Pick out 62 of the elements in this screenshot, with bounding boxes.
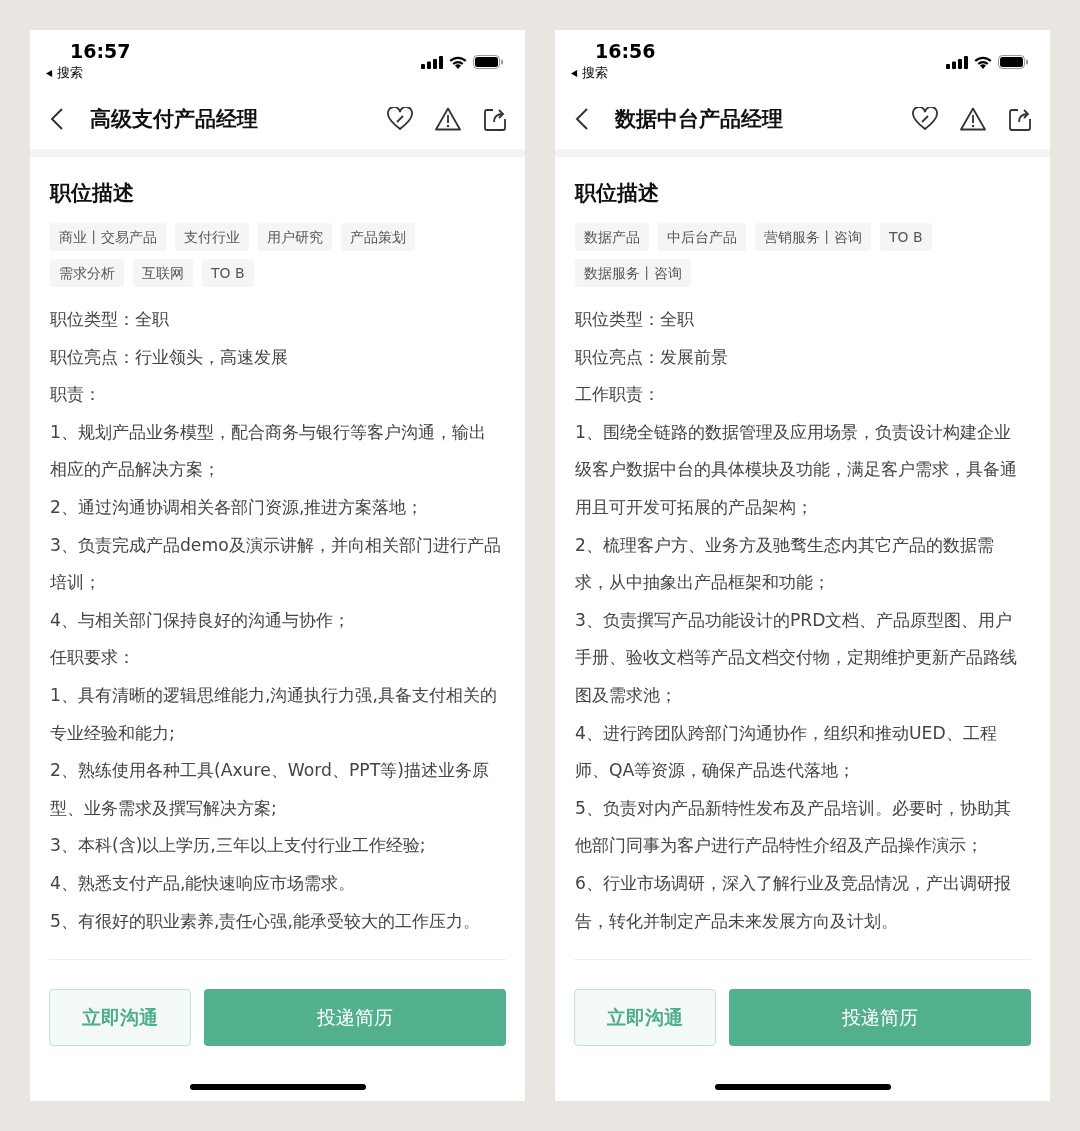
description-text: 2、梳理客户方、业务方及驰骛生态内其它产品的数据需求，从中抽象出产品框架和功能； <box>575 533 995 595</box>
skill-tag: TO B <box>880 223 932 251</box>
description-text: 5、有很好的职业素养,责任心强,能承受较大的工作压力。 <box>50 909 481 933</box>
job-title: 高级支付产品经理 <box>90 105 259 133</box>
status-time: 16:56 <box>595 40 656 62</box>
description-text: 6、行业市场调研，深入了解行业及竞品情况，产出调研报告，转化并制定产品未来发展方向及计划。 <box>575 871 1012 933</box>
skill-tag: 支付行业 <box>175 223 249 251</box>
warning-icon[interactable] <box>435 106 461 131</box>
battery-icon <box>998 55 1028 69</box>
section-title: 职位描述 <box>575 180 660 207</box>
chat-now-button[interactable]: 立即沟通 <box>574 989 716 1046</box>
back-icon[interactable] <box>50 106 64 131</box>
description-text: 职责： <box>50 383 102 407</box>
skill-tag: 需求分析 <box>50 259 124 287</box>
back-to-app-link[interactable]: 搜索 <box>571 64 608 82</box>
back-to-app-link[interactable]: 搜索 <box>46 64 83 82</box>
skill-tag: 数据服务丨咨询 <box>575 259 691 287</box>
job-title: 数据中台产品经理 <box>615 105 784 133</box>
description-text: 2、通过沟通协调相关各部门资源,推进方案落地； <box>50 495 425 519</box>
wifi-icon <box>974 55 992 69</box>
share-icon[interactable] <box>483 106 507 131</box>
share-icon[interactable] <box>1008 106 1032 131</box>
description-text: 1、具有清晰的逻辑思维能力,沟通执行力强,具备支付相关的专业经验和能力; <box>50 683 498 745</box>
back-triangle-icon <box>46 69 53 77</box>
battery-icon <box>473 55 503 69</box>
warning-icon[interactable] <box>960 106 986 131</box>
signal-icon <box>421 55 443 69</box>
skill-tag: TO B <box>202 259 254 287</box>
description-text: 4、与相关部门保持良好的沟通与协作； <box>50 608 351 632</box>
skill-tag: 用户研究 <box>258 223 332 251</box>
description-text: 工作职责： <box>575 383 661 407</box>
skill-tag: 产品策划 <box>341 223 415 251</box>
description-text: 3、本科(含)以上学历,三年以上支付行业工作经验; <box>50 834 427 858</box>
description-text: 职位类型：全职 <box>50 308 170 331</box>
wifi-icon <box>449 55 467 69</box>
description-text: 2、熟练使用各种工具(Axure、Word、PPT等)描述业务原型、业务需求及撰写解决方案; <box>50 759 490 820</box>
heart-icon[interactable] <box>387 106 413 131</box>
status-time: 16:57 <box>70 40 131 62</box>
heart-icon[interactable] <box>912 106 938 131</box>
skill-tag: 互联网 <box>133 259 193 287</box>
description-text: 4、熟悉支付产品,能快速响应市场需求。 <box>50 871 357 895</box>
skill-tag: 数据产品 <box>575 223 649 251</box>
skill-tag: 商业丨交易产品 <box>50 223 166 251</box>
section-title: 职位描述 <box>50 180 135 207</box>
submit-resume-button[interactable]: 投递简历 <box>204 989 506 1046</box>
back-icon[interactable] <box>575 106 589 131</box>
description-text: 任职要求： <box>50 646 136 670</box>
signal-icon <box>946 55 968 69</box>
skill-tag: 营销服务丨咨询 <box>755 223 871 251</box>
skill-tag: 中后台产品 <box>658 223 746 251</box>
description-text: 5、负责对内产品新特性发布及产品培训。必要时，协助其他部门同事为客户进行产品特性介绍及产品操作演示； <box>575 796 1012 858</box>
description-text: 1、规划产品业务模型，配合商务与银行等客户沟通，输出相应的产品解决方案； <box>50 420 487 482</box>
description-text: 3、负责撰写产品功能设计的PRD文档、产品原型图、用户手册、验收文档等产品文档交付物，定期维护更新产品路线图及需求池； <box>575 608 1018 707</box>
description-text: 职位亮点：发展前景 <box>575 345 729 369</box>
chat-now-button[interactable]: 立即沟通 <box>49 989 191 1046</box>
description-text: 职位亮点：行业领头，高速发展 <box>50 345 289 369</box>
description-text: 职位类型：全职 <box>575 308 695 331</box>
description-text: 1、围绕全链路的数据管理及应用场景，负责设计构建企业级客户数据中台的具体模块及功能，满足客户需求，具备通用且可开发可拓展的产品架构； <box>575 420 1018 519</box>
back-triangle-icon <box>571 69 578 77</box>
description-text: 4、进行跨团队跨部门沟通协作，组织和推动UED、工程师、QA等资源，确保产品迭代落地； <box>575 721 998 783</box>
description-text: 3、负责完成产品demo及演示讲解，并向相关部门进行产品培训； <box>50 533 502 595</box>
submit-resume-button[interactable]: 投递简历 <box>729 989 1031 1046</box>
